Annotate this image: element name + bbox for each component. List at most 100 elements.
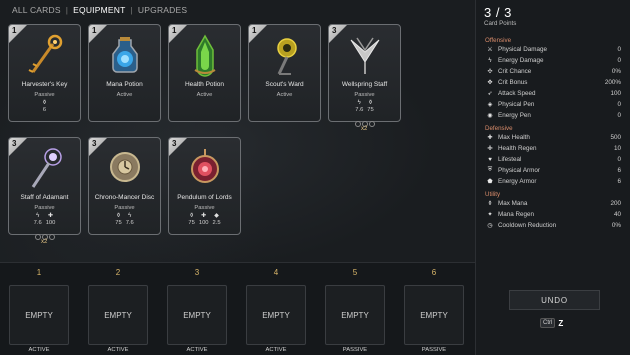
equipment-slot-1[interactable]: EMPTY bbox=[9, 285, 69, 345]
card-type: Passive bbox=[114, 205, 135, 211]
section-title-utility: Utility bbox=[485, 191, 501, 198]
slot-type-label: ACTIVE bbox=[186, 347, 208, 353]
stat-row-energy-damage: ϟ Energy Damage 0 bbox=[485, 56, 621, 65]
card-name: Chrono-Mancer Disc bbox=[94, 194, 155, 201]
crit-icon: ✣ bbox=[487, 69, 493, 75]
slot-number: 2 bbox=[115, 268, 121, 277]
ward-icon bbox=[249, 29, 320, 81]
stat-value: 0% bbox=[611, 68, 621, 75]
card-name: Wellspring Staff bbox=[341, 81, 388, 88]
card-mana-potion[interactable]: 1 Mana Potion Active bbox=[88, 24, 161, 122]
equipment-slot-6[interactable]: EMPTY bbox=[404, 285, 464, 345]
stat-value: 75 bbox=[115, 220, 122, 226]
stat-value: 10 bbox=[613, 145, 621, 152]
pendulum-icon bbox=[169, 142, 240, 194]
upgrade-slot-ring bbox=[34, 234, 41, 240]
stat-value: 6 bbox=[617, 167, 621, 174]
card-harvesters-key[interactable]: 1 Harvester's Key Passive ⚱ 6 bbox=[8, 24, 81, 122]
equipment-slot-5[interactable]: EMPTY bbox=[325, 285, 385, 345]
tab-separator: | bbox=[65, 5, 69, 15]
plus-icon: ✚ bbox=[201, 213, 207, 219]
stat-row-crit-chance: ✣ Crit Chance 0% bbox=[485, 67, 621, 76]
stat-value: 100 bbox=[45, 220, 56, 226]
stat-row-energy-pen: ◉ Energy Pen 0 bbox=[485, 111, 621, 120]
equipment-slot-4[interactable]: EMPTY bbox=[246, 285, 306, 345]
stat-row-physical-damage: ⚔ Physical Damage 0 bbox=[485, 45, 621, 54]
pen-icon: ◈ bbox=[487, 102, 493, 108]
stat-value: 0 bbox=[617, 57, 621, 64]
stat-row-cooldown-reduction: ◷ Cooldown Reduction 0% bbox=[485, 221, 621, 230]
speed-icon: ➶ bbox=[487, 91, 493, 97]
card-name: Harvester's Key bbox=[21, 81, 68, 88]
tab-equipment[interactable]: EQUIPMENT bbox=[73, 5, 125, 15]
stat-value: 75 bbox=[367, 107, 374, 113]
stat-value: 75 bbox=[188, 220, 195, 226]
card-points-label: Card Points bbox=[484, 20, 517, 27]
stat-value: 40 bbox=[613, 211, 621, 218]
tab-all-cards[interactable]: ALL CARDS bbox=[12, 5, 61, 15]
stat-value: 7.6 bbox=[355, 107, 364, 113]
card-staff-of-adamant[interactable]: 3 Staff of Adamant Passive ϟ 7.6 ✚ 100 bbox=[8, 137, 81, 235]
bolt-icon: ϟ bbox=[488, 57, 492, 64]
stat-value: 0 bbox=[617, 101, 621, 108]
plus-icon: ✚ bbox=[487, 135, 493, 141]
stat-label: Crit Chance bbox=[498, 68, 532, 75]
card-multiplier: x2 bbox=[361, 126, 368, 132]
tab-separator: | bbox=[130, 5, 133, 15]
card-wellspring-staff[interactable]: 3 Wellspring Staff Passive ϟ 7.6 ⚱ 75 bbox=[328, 24, 401, 122]
card-type: Passive bbox=[354, 92, 375, 98]
filter-tabs: ALL CARDS | EQUIPMENT | UPGRADES bbox=[12, 5, 187, 15]
flask-icon: ⚱ bbox=[487, 201, 493, 207]
stat-value: 0% bbox=[611, 222, 621, 229]
crit-bonus-icon: ✥ bbox=[487, 80, 493, 86]
equipment-slot-3[interactable]: EMPTY bbox=[167, 285, 227, 345]
stat-row-max-health: ✚ Max Health 500 bbox=[485, 133, 621, 142]
lifesteal-icon: ♥ bbox=[488, 156, 492, 163]
card-scouts-ward[interactable]: 1 Scout's Ward Active bbox=[248, 24, 321, 122]
stat-label: Cooldown Reduction bbox=[498, 222, 557, 229]
ctrl-key: Ctrl bbox=[540, 318, 556, 328]
stat-label: Mana Regen bbox=[498, 211, 535, 218]
card-points-value: 3 / 3 bbox=[484, 5, 512, 20]
stat-value: 6 bbox=[42, 107, 47, 113]
section-title-offensive: Offensive bbox=[485, 37, 512, 44]
stat-value: 100 bbox=[610, 90, 621, 97]
card-health-potion[interactable]: 1 Health Potion Active bbox=[168, 24, 241, 122]
stat-row-lifesteal: ♥ Lifesteal 0 bbox=[485, 155, 621, 164]
mana-regen-icon: ✦ bbox=[487, 212, 493, 218]
card-multiplier: x2 bbox=[41, 239, 48, 245]
z-key: Z bbox=[558, 318, 564, 328]
stat-value: 2.5 bbox=[212, 220, 221, 226]
card-stats: ⚱ 6 bbox=[9, 100, 80, 114]
flask-icon: ⚱ bbox=[41, 100, 48, 106]
card-chrono-mancer-disc[interactable]: 3 Chrono-Mancer Disc Passive ⚱ 75 ϟ 7.6 bbox=[88, 137, 161, 235]
health-potion-icon bbox=[169, 29, 240, 81]
bolt-icon: ϟ bbox=[36, 213, 40, 219]
card-pendulum-of-lords[interactable]: 3 Pendulum of Lords Passive ⚱ 75 ✚ 100 ◆ 2.… bbox=[168, 137, 241, 235]
stat-value: 0 bbox=[617, 46, 621, 53]
slot-number: 6 bbox=[431, 268, 437, 277]
slot-type-label: PASSIVE bbox=[421, 347, 447, 353]
energy-shield-icon: ⬟ bbox=[487, 179, 493, 185]
stat-row-mana-regen: ✦ Mana Regen 40 bbox=[485, 210, 621, 219]
card-type: Active bbox=[116, 92, 133, 98]
clock-icon: ◷ bbox=[487, 223, 493, 229]
mana-potion-icon bbox=[89, 29, 160, 81]
card-name: Mana Potion bbox=[106, 81, 143, 88]
stat-label: Physical Damage bbox=[498, 46, 547, 53]
section-title-defensive: Defensive bbox=[485, 125, 513, 132]
card-stats: ⚱ 75 ϟ 7.6 bbox=[89, 213, 160, 227]
stat-row-physical-pen: ◈ Physical Pen 0 bbox=[485, 100, 621, 109]
stat-value: 7.6 bbox=[33, 220, 42, 226]
upgrade-slot-ring bbox=[368, 121, 375, 127]
flask-icon: ⚱ bbox=[368, 100, 374, 106]
equipment-slot-2[interactable]: EMPTY bbox=[88, 285, 148, 345]
stat-value: 500 bbox=[610, 134, 621, 141]
card-type: Active bbox=[196, 92, 213, 98]
stat-row-crit-bonus: ✥ Crit Bonus 200% bbox=[485, 78, 621, 87]
tab-upgrades[interactable]: UPGRADES bbox=[138, 5, 187, 15]
undo-button[interactable]: UNDO bbox=[509, 290, 600, 310]
stat-label: Physical Pen bbox=[498, 101, 535, 108]
slot-number: 5 bbox=[352, 268, 358, 277]
card-name: Staff of Adamant bbox=[20, 194, 69, 201]
